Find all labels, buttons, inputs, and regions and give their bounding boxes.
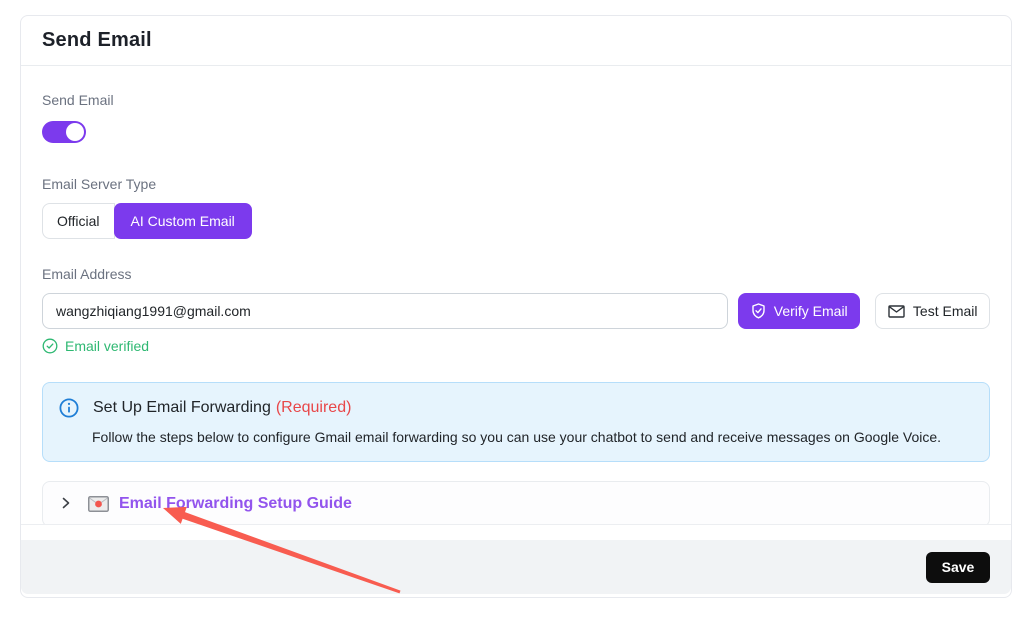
- send-email-label: Send Email: [42, 92, 990, 108]
- alert-heading-row: Set Up Email Forwarding (Required): [59, 397, 973, 419]
- email-address-label: Email Address: [42, 266, 990, 282]
- panel-footer: Save: [21, 540, 1011, 594]
- save-button[interactable]: Save: [926, 552, 990, 583]
- alert-title: Set Up Email Forwarding: [93, 399, 271, 416]
- toggle-knob: [66, 123, 84, 141]
- test-email-label: Test Email: [913, 303, 978, 319]
- test-email-button[interactable]: Test Email: [875, 293, 990, 329]
- panel-header: Send Email: [21, 16, 1011, 66]
- panel-body: Send Email Email Server Type Official AI…: [21, 66, 1011, 525]
- email-server-type-segmented: Official AI Custom Email: [42, 203, 252, 239]
- verify-email-button[interactable]: Verify Email: [738, 293, 860, 329]
- verify-email-label: Verify Email: [774, 303, 848, 319]
- send-email-panel: Send Email Send Email Email Server Type …: [20, 15, 1012, 598]
- shield-check-icon: [751, 303, 766, 319]
- server-type-official-button[interactable]: Official: [42, 203, 115, 239]
- server-type-ai-custom-button[interactable]: AI Custom Email: [114, 203, 252, 239]
- guide-link-label: Email Forwarding Setup Guide: [119, 495, 352, 513]
- check-circle-icon: [42, 338, 58, 354]
- chevron-right-icon: [61, 496, 73, 512]
- info-circle-icon: [59, 398, 79, 418]
- email-forwarding-alert: Set Up Email Forwarding (Required) Follow…: [42, 382, 990, 462]
- page-title: Send Email: [42, 29, 990, 52]
- email-server-type-label: Email Server Type: [42, 176, 990, 192]
- email-verified-text: Email verified: [65, 338, 149, 354]
- email-verified-status: Email verified: [42, 336, 990, 356]
- alert-required-badge: (Required): [276, 399, 352, 416]
- alert-description: Follow the steps below to configure Gmai…: [92, 428, 973, 447]
- email-forwarding-guide-collapse[interactable]: Email Forwarding Setup Guide: [42, 481, 990, 525]
- send-email-toggle[interactable]: [42, 121, 86, 143]
- email-address-input[interactable]: [42, 293, 728, 329]
- email-emoji-icon: [88, 496, 109, 512]
- envelope-icon: [888, 305, 905, 318]
- email-address-row: Verify Email Test Email: [42, 293, 990, 329]
